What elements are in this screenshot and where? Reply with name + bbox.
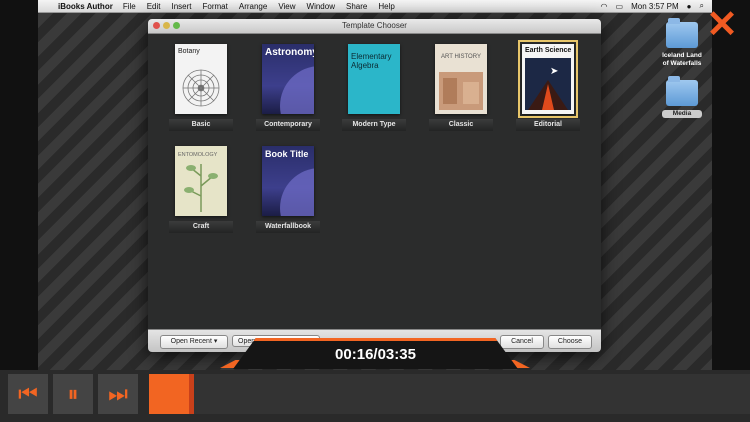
template-cover: ENTOMOLOGY bbox=[175, 146, 227, 216]
template-editorial[interactable]: Earth Science ➤ Editorial bbox=[511, 40, 585, 131]
status-area: ◠ ▭ Mon 3:57 PM ● ⌕ bbox=[601, 1, 712, 11]
template-label: Basic bbox=[169, 119, 233, 131]
volcano-image: ➤ bbox=[525, 58, 571, 110]
template-cover: Botany bbox=[175, 44, 227, 114]
user-icon[interactable]: ● bbox=[687, 2, 692, 11]
template-basic[interactable]: Botany Basic bbox=[164, 44, 238, 131]
template-contemporary[interactable]: Astronomy Contemporary bbox=[251, 44, 325, 131]
folder-label: Iceland Land of Waterfalls bbox=[662, 52, 702, 67]
template-modern-type[interactable]: Elementary Algebra Modern Type bbox=[337, 44, 411, 131]
pause-button[interactable]: ⏸ bbox=[53, 374, 93, 414]
template-cover: Earth Science ➤ bbox=[518, 40, 578, 118]
close-video-icon[interactable]: ✕ bbox=[704, 6, 740, 44]
menu-arrange[interactable]: Arrange bbox=[239, 2, 267, 11]
menu-bar: iBooks Author File Edit Insert Format Ar… bbox=[38, 0, 712, 13]
planet-image bbox=[280, 168, 314, 216]
template-label: Craft bbox=[169, 221, 233, 233]
planet-image bbox=[280, 66, 314, 114]
cancel-label: Cancel bbox=[511, 338, 533, 345]
template-label: Classic bbox=[429, 119, 493, 131]
right-letterbox bbox=[712, 0, 750, 422]
flower-image bbox=[182, 69, 220, 107]
menu-help[interactable]: Help bbox=[378, 2, 394, 11]
menu-window[interactable]: Window bbox=[307, 2, 335, 11]
clock[interactable]: Mon 3:57 PM bbox=[631, 2, 679, 11]
open-recent-label: Open Recent bbox=[170, 338, 212, 345]
menu-insert[interactable]: Insert bbox=[172, 2, 192, 11]
template-label: Contemporary bbox=[256, 119, 320, 131]
folder-icon-media[interactable]: Media bbox=[662, 76, 702, 118]
video-player-controls: ⏮ ⏸ ⏭ bbox=[0, 370, 750, 422]
folder-icon bbox=[666, 76, 698, 106]
window-titlebar: Template Chooser bbox=[148, 19, 601, 34]
open-recent-popup[interactable]: Open Recent ▾ bbox=[160, 335, 228, 349]
progress-fill bbox=[149, 374, 193, 414]
plant-illustration-image bbox=[184, 164, 218, 212]
menu-file[interactable]: File bbox=[123, 2, 136, 11]
template-cover: Elementary Algebra bbox=[348, 44, 400, 114]
template-cover: Astronomy bbox=[262, 44, 314, 114]
template-chooser-window: Template Chooser Botany Basic Astronomy … bbox=[148, 19, 601, 352]
choose-label: Choose bbox=[557, 338, 583, 345]
folder-icon bbox=[666, 18, 698, 48]
template-label: Editorial bbox=[516, 119, 580, 131]
cover-title: Elementary Algebra bbox=[351, 52, 392, 70]
menu-share[interactable]: Share bbox=[346, 2, 367, 11]
wifi-icon[interactable]: ◠ bbox=[601, 2, 608, 11]
window-controls bbox=[153, 22, 180, 29]
skip-forward-icon: ⏭ bbox=[108, 381, 128, 406]
folder-icon-iceland[interactable]: Iceland Land of Waterfalls bbox=[660, 18, 704, 68]
folder-label: Media bbox=[662, 110, 702, 118]
close-window-button[interactable] bbox=[153, 22, 160, 29]
choose-button[interactable]: Choose bbox=[548, 335, 592, 349]
progress-bar[interactable] bbox=[149, 374, 750, 414]
app-menu[interactable]: iBooks Author bbox=[58, 2, 113, 11]
left-letterbox bbox=[0, 0, 38, 422]
template-cover: Book Title bbox=[262, 146, 314, 216]
timecode-display: 00:16/03:35 bbox=[233, 338, 518, 369]
menu-format[interactable]: Format bbox=[203, 2, 228, 11]
battery-icon[interactable]: ▭ bbox=[616, 2, 624, 11]
pause-icon: ⏸ bbox=[67, 381, 79, 406]
minimize-window-button[interactable] bbox=[163, 22, 170, 29]
template-cover: ART HISTORY bbox=[435, 44, 487, 114]
template-label: Modern Type bbox=[342, 119, 406, 131]
template-craft[interactable]: ENTOMOLOGY Craft bbox=[164, 146, 238, 233]
fresco-image bbox=[439, 72, 483, 110]
progress-handle[interactable] bbox=[189, 374, 194, 414]
skip-forward-button[interactable]: ⏭ bbox=[98, 374, 138, 414]
menu-view[interactable]: View bbox=[278, 2, 295, 11]
template-label: Waterfallbook bbox=[256, 221, 320, 233]
window-title: Template Chooser bbox=[342, 21, 407, 30]
template-classic[interactable]: ART HISTORY Classic bbox=[424, 44, 498, 131]
skip-back-button[interactable]: ⏮ bbox=[8, 374, 48, 414]
zoom-window-button[interactable] bbox=[173, 22, 180, 29]
menu-edit[interactable]: Edit bbox=[147, 2, 161, 11]
skip-back-icon: ⏮ bbox=[18, 381, 38, 406]
cancel-button[interactable]: Cancel bbox=[500, 335, 544, 349]
svg-text:➤: ➤ bbox=[550, 66, 558, 77]
template-waterfallbook[interactable]: Book Title Waterfallbook bbox=[251, 146, 325, 233]
